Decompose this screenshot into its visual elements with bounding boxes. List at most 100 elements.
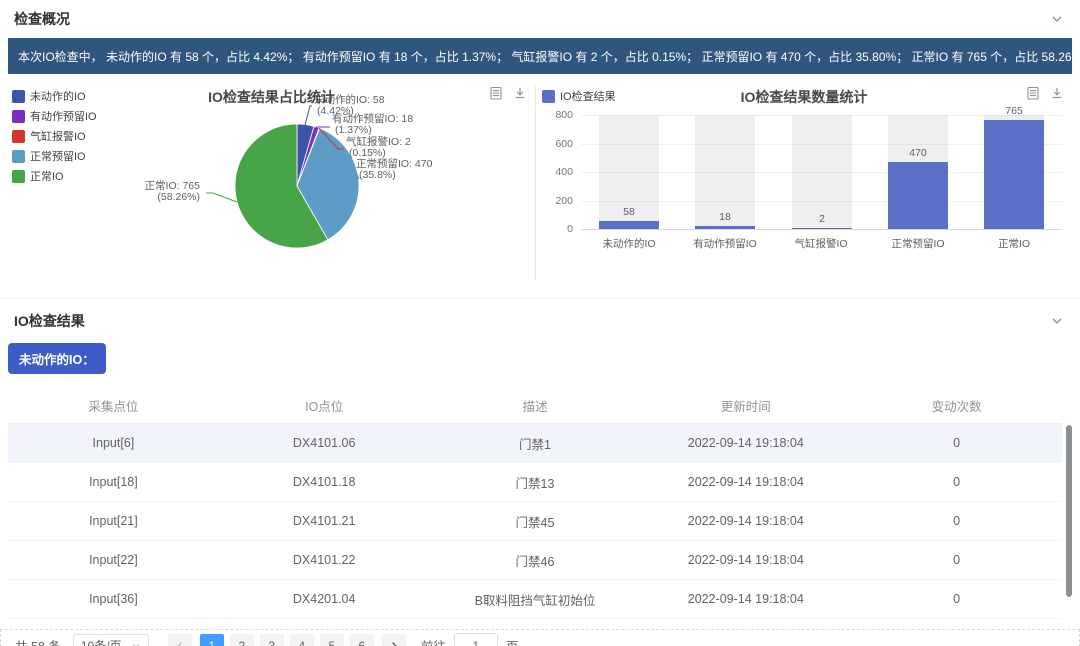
bar-legend-item-1[interactable]: IO检查结果 <box>542 88 616 104</box>
bar-1[interactable] <box>599 221 659 229</box>
pie-legend-item-1[interactable]: 未动作的IO <box>12 88 97 104</box>
table-row: Input[22]DX4101.22门禁462022-09-14 19:18:0… <box>8 541 1062 580</box>
bar-4[interactable] <box>888 162 948 229</box>
filter-row: 未动作的IO： <box>0 338 1080 387</box>
data-view-icon[interactable] <box>1026 86 1040 100</box>
download-icon[interactable] <box>1050 86 1064 100</box>
pie-chart-toolbar <box>489 86 527 100</box>
pie-legend-item-2[interactable]: 有动作预留IO <box>12 108 97 124</box>
table-cell: Input[21] <box>8 502 219 541</box>
pie-legend-item-5[interactable]: 正常IO <box>12 168 97 184</box>
table-cell: 门禁1 <box>430 424 641 463</box>
goto-page-input[interactable] <box>454 633 498 646</box>
pie-label-leader <box>305 106 312 125</box>
results-table-wrap: 采集点位IO点位描述更新时间变动次数 Input[6]DX4101.06门禁12… <box>8 387 1072 619</box>
bar-value-label: 2 <box>777 213 867 225</box>
data-view-icon[interactable] <box>489 86 503 100</box>
results-table: 采集点位IO点位描述更新时间变动次数 Input[6]DX4101.06门禁12… <box>8 387 1062 619</box>
table-cell: DX4101.22 <box>219 541 430 580</box>
legend-label: 正常预留IO <box>30 148 86 164</box>
table-cell: Input[6] <box>8 424 219 463</box>
column-header: 采集点位 <box>8 387 219 424</box>
table-cell: 2022-09-14 19:18:04 <box>640 463 851 502</box>
column-header: IO点位 <box>219 387 430 424</box>
overview-header: 检查概况 <box>0 0 1080 36</box>
bar-chart: 020040060080058未动作的IO18有动作预留IO2气缸报警IO470… <box>536 82 1072 284</box>
charts-row: IO检查结果占比统计 未动作的IO有动作预留IO气缸报警IO正常预留IO正常IO… <box>8 82 1072 284</box>
table-cell: 0 <box>851 424 1062 463</box>
page-button-2[interactable]: 2 <box>230 634 254 646</box>
pie-slice-label-2: 有动作预留IO: 18(1.37%) <box>332 112 413 136</box>
legend-label: 有动作预留IO <box>30 108 97 124</box>
pie-legend-item-3[interactable]: 气缸报警IO <box>12 128 97 144</box>
y-tick-label: 600 <box>536 138 573 150</box>
next-page-button[interactable] <box>382 634 406 646</box>
y-tick-label: 400 <box>536 166 573 178</box>
overview-collapse-chevron-icon[interactable] <box>1050 12 1064 26</box>
pagination: 共 58 条 10条/页 123456 前往 页 <box>0 629 1080 646</box>
chevron-left-icon <box>174 640 186 646</box>
bar-value-label: 18 <box>680 211 770 223</box>
x-axis-line <box>581 229 1062 230</box>
legend-swatch-icon <box>12 150 25 163</box>
overview-title: 检查概况 <box>14 9 70 29</box>
results-section: IO检查结果 未动作的IO： 采集点位IO点位描述更新时间变动次数 Input[… <box>0 298 1080 646</box>
table-row: Input[18]DX4101.18门禁132022-09-14 19:18:0… <box>8 463 1062 502</box>
table-cell: 0 <box>851 502 1062 541</box>
io-inspection-page: 检查概况 本次IO检查中， 未动作的IO 有 58 个，占比 4.42%； 有动… <box>0 0 1080 646</box>
table-cell: B取料阻挡气缸初始位 <box>430 580 641 619</box>
pie-slice-label-3: 气缸报警IO: 2(0.15%) <box>346 135 411 159</box>
y-tick-label: 0 <box>536 223 573 235</box>
bar-category-label: 有动作预留IO <box>677 236 773 251</box>
legend-swatch-icon <box>12 130 25 143</box>
page-buttons: 123456 <box>197 634 377 646</box>
prev-page-button[interactable] <box>168 634 192 646</box>
bar-value-label: 58 <box>584 206 674 218</box>
bar-background-band <box>792 115 852 229</box>
column-header: 变动次数 <box>851 387 1062 424</box>
bar-category-label: 正常预留IO <box>870 236 966 251</box>
page-button-6[interactable]: 6 <box>350 634 374 646</box>
bar-chart-panel: IO检查结果数量统计 IO检查结果 020040060080058未动作的IO1… <box>536 82 1072 284</box>
table-cell: DX4101.06 <box>219 424 430 463</box>
legend-label: 未动作的IO <box>30 88 86 104</box>
pie-slice-label-4: 正常预留IO: 470(35.8%) <box>356 157 433 181</box>
bar-legend: IO检查结果 <box>542 88 616 104</box>
table-cell: 2022-09-14 19:18:04 <box>640 580 851 619</box>
table-cell: Input[36] <box>8 580 219 619</box>
scrollbar-thumb[interactable] <box>1066 425 1072 597</box>
bar-chart-toolbar <box>1026 86 1064 100</box>
table-cell: 0 <box>851 541 1062 580</box>
column-header: 描述 <box>430 387 641 424</box>
results-collapse-chevron-icon[interactable] <box>1050 314 1064 328</box>
page-button-5[interactable]: 5 <box>320 634 344 646</box>
goto-label: 前往 <box>421 636 446 646</box>
column-header: 更新时间 <box>640 387 851 424</box>
legend-swatch-icon <box>12 170 25 183</box>
pagination-total: 共 58 条 <box>15 636 61 646</box>
bar-category-label: 未动作的IO <box>581 236 677 251</box>
bar-category-label: 气缸报警IO <box>773 236 869 251</box>
table-cell: Input[18] <box>8 463 219 502</box>
table-row: Input[36]DX4201.04B取料阻挡气缸初始位2022-09-14 1… <box>8 580 1062 619</box>
pie-chart-panel: IO检查结果占比统计 未动作的IO有动作预留IO气缸报警IO正常预留IO正常IO… <box>8 82 535 284</box>
table-header-row: 采集点位IO点位描述更新时间变动次数 <box>8 387 1062 424</box>
filter-category-button[interactable]: 未动作的IO： <box>8 343 106 374</box>
legend-swatch-icon <box>12 110 25 123</box>
results-header: IO检查结果 <box>0 299 1080 338</box>
pie-label-leader <box>206 193 237 202</box>
bar-5[interactable] <box>984 120 1044 229</box>
pie-legend-item-4[interactable]: 正常预留IO <box>12 148 97 164</box>
page-size-select[interactable]: 10条/页 <box>73 634 149 646</box>
page-button-1[interactable]: 1 <box>200 634 224 646</box>
legend-label: 气缸报警IO <box>30 128 86 144</box>
table-cell: 门禁13 <box>430 463 641 502</box>
table-cell: DX4201.04 <box>219 580 430 619</box>
page-size-value: 10条/页 <box>81 637 122 646</box>
download-icon[interactable] <box>513 86 527 100</box>
table-row: Input[21]DX4101.21门禁452022-09-14 19:18:0… <box>8 502 1062 541</box>
page-button-3[interactable]: 3 <box>260 634 284 646</box>
page-button-4[interactable]: 4 <box>290 634 314 646</box>
y-tick-label: 800 <box>536 109 573 121</box>
legend-label: 正常IO <box>30 168 64 184</box>
